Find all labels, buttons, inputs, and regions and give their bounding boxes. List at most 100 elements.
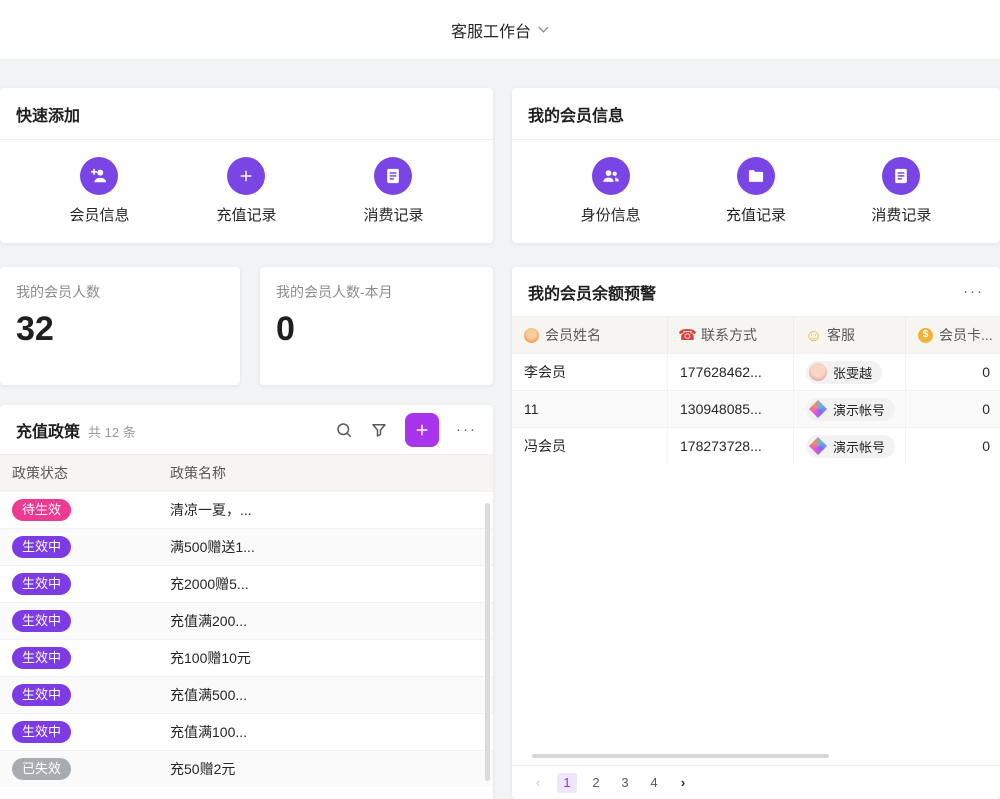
vertical-scrollbar[interactable] — [485, 503, 490, 781]
action-label: 消费记录 — [871, 204, 931, 225]
card-title: 我的会员余额预警 — [528, 280, 656, 304]
quick-actions: 会员信息 充值记录 消费记录 — [0, 140, 493, 242]
action-recharge-record[interactable]: 充值记录 — [216, 157, 276, 225]
table-toolbar — [335, 413, 477, 447]
member-add-icon — [80, 157, 118, 195]
agent-name: 张雯越 — [833, 363, 872, 382]
recharge-policy-card: 充值政策 共 12 条 — [0, 405, 493, 799]
member-icon — [524, 328, 539, 343]
policy-row[interactable]: 生效中 满500赠送1... — [0, 528, 493, 565]
warning-table-body: 李会员 177628462... 张雯越 0 11 130948085... 演… — [512, 353, 1000, 464]
agent-name: 演示帐号 — [833, 400, 885, 419]
policy-name: 清凉一夏，... — [158, 500, 493, 520]
horizontal-scrollbar[interactable] — [532, 754, 829, 758]
column-label: 客服 — [827, 325, 855, 345]
folder-icon — [737, 157, 775, 195]
smiley-icon — [806, 328, 821, 343]
status-badge: 生效中 — [12, 573, 71, 595]
column-header-agent: 客服 — [794, 317, 906, 353]
more-actions-icon[interactable] — [456, 421, 477, 438]
column-label: 会员姓名 — [545, 325, 601, 345]
plus-icon — [413, 421, 431, 439]
add-policy-button[interactable] — [405, 413, 439, 447]
column-header-card-balance: 会员卡... — [906, 317, 1000, 353]
member-row[interactable]: 11 130948085... 演示帐号 0 — [512, 390, 1000, 427]
column-label: 联系方式 — [701, 325, 757, 345]
policy-row[interactable]: 生效中 充值满200... — [0, 602, 493, 639]
top-bar: 客服工作台 — [0, 0, 1000, 60]
status-badge: 待生效 — [12, 499, 71, 521]
stat-label: 我的会员人数 — [16, 282, 224, 302]
member-name: 李会员 — [512, 354, 668, 390]
action-label: 会员信息 — [69, 204, 129, 225]
policy-name: 充50赠2元 — [158, 759, 493, 779]
quick-add-card: 快速添加 会员信息 充值记录 — [0, 88, 493, 243]
policy-name: 满500赠送1... — [158, 537, 493, 557]
chevron-down-icon — [538, 26, 549, 33]
card-header: 充值政策 共 12 条 — [0, 405, 493, 455]
status-badge: 生效中 — [12, 610, 71, 632]
status-badge: 生效中 — [12, 684, 71, 706]
action-consume-record[interactable]: 消费记录 — [363, 157, 423, 225]
card-header: 我的会员余额预警 — [512, 267, 1000, 317]
status-badge: 生效中 — [12, 536, 71, 558]
column-header-member-name: 会员姓名 — [512, 317, 668, 353]
page-button-3[interactable]: 3 — [615, 773, 635, 793]
status-badge: 生效中 — [12, 647, 71, 669]
page-button-1[interactable]: 1 — [557, 773, 577, 793]
policy-name: 充值满100... — [158, 722, 493, 742]
action-member-info[interactable]: 会员信息 — [69, 157, 129, 225]
member-balance: 0 — [906, 391, 1000, 427]
member-row[interactable]: 李会员 177628462... 张雯越 0 — [512, 353, 1000, 390]
app-title-switcher[interactable]: 客服工作台 — [451, 18, 549, 42]
app-title: 客服工作台 — [451, 18, 531, 42]
record-count: 共 12 条 — [88, 422, 136, 441]
next-page-button[interactable]: › — [673, 773, 693, 793]
stat-card-member-count: 我的会员人数 32 — [0, 267, 240, 385]
policy-row[interactable]: 生效中 充值满500... — [0, 676, 493, 713]
action-identity-info[interactable]: 身份信息 — [581, 157, 641, 225]
agent-avatar — [809, 437, 827, 455]
more-actions-icon[interactable] — [963, 283, 984, 300]
member-row[interactable]: 冯会员 178273728... 演示帐号 0 — [512, 427, 1000, 464]
phone-icon — [680, 328, 695, 343]
policy-row[interactable]: 待生效 清凉一夏，... — [0, 491, 493, 528]
action-consume-record[interactable]: 消费记录 — [871, 157, 931, 225]
search-icon[interactable] — [335, 421, 353, 439]
page-button-2[interactable]: 2 — [586, 773, 606, 793]
action-label: 充值记录 — [726, 204, 786, 225]
member-balance: 0 — [906, 428, 1000, 464]
policy-row[interactable]: 生效中 充100赠10元 — [0, 639, 493, 676]
policy-table-body: 待生效 清凉一夏，... 生效中 满500赠送1... 生效中 充2000赠5.… — [0, 491, 493, 787]
card-title: 我的会员信息 — [528, 102, 624, 126]
balance-warning-card: 我的会员余额预警 会员姓名 联系方式 客服 会员卡... — [512, 267, 1000, 799]
agent-avatar — [809, 363, 827, 381]
policy-table-header: 政策状态 政策名称 — [0, 455, 493, 491]
member-contact: 130948085... — [668, 391, 794, 427]
receipt-icon — [374, 157, 412, 195]
policy-row[interactable]: 生效中 充2000赠5... — [0, 565, 493, 602]
warning-table-header: 会员姓名 联系方式 客服 会员卡... — [512, 317, 1000, 353]
policy-name: 充值满500... — [158, 685, 493, 705]
policy-row[interactable]: 生效中 充值满100... — [0, 713, 493, 750]
card-header: 快速添加 — [0, 88, 493, 140]
agent-chip: 张雯越 — [806, 361, 882, 384]
horizontal-scrollbar-track — [524, 754, 988, 758]
column-header-contact: 联系方式 — [668, 317, 794, 353]
stat-label: 我的会员人数-本月 — [276, 282, 477, 302]
action-label: 消费记录 — [363, 204, 423, 225]
filter-icon[interactable] — [370, 421, 388, 439]
pagination: ‹ 1 2 3 4 › — [512, 765, 1000, 799]
column-header-status: 政策状态 — [0, 463, 158, 483]
stat-value: 32 — [16, 311, 224, 348]
stat-card-member-count-month: 我的会员人数-本月 0 — [260, 267, 493, 385]
prev-page-button[interactable]: ‹ — [528, 773, 548, 793]
policy-row[interactable]: 已失效 充50赠2元 — [0, 750, 493, 787]
action-recharge-record[interactable]: 充值记录 — [726, 157, 786, 225]
group-icon — [592, 157, 630, 195]
member-name: 冯会员 — [512, 428, 668, 464]
policy-name: 充100赠10元 — [158, 648, 493, 668]
page-button-4[interactable]: 4 — [644, 773, 664, 793]
column-label: 会员卡... — [939, 325, 993, 345]
money-icon — [918, 328, 933, 343]
